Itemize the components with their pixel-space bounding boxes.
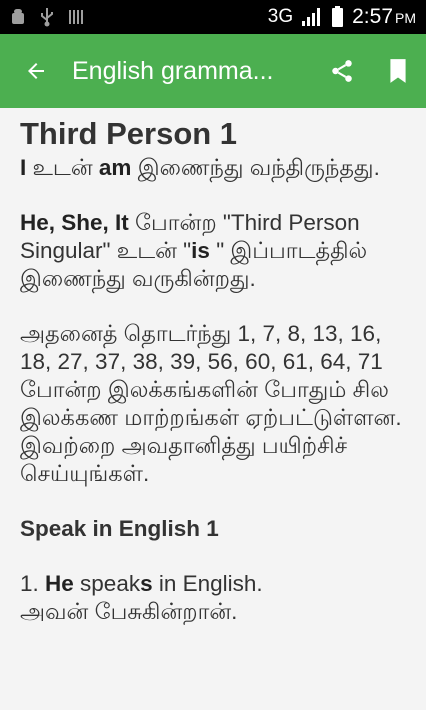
clock: 2:57 PM — [352, 5, 416, 29]
text: in English. — [152, 571, 263, 596]
clock-time: 2:57 — [352, 5, 393, 28]
usb-icon — [40, 7, 54, 27]
back-button[interactable] — [0, 34, 72, 108]
paragraph-3: அதனைத் தொடர்ந்து 1, 7, 8, 13, 16, 18, 27… — [20, 321, 402, 486]
battery-icon — [331, 6, 344, 28]
bold-text: s — [140, 571, 153, 596]
bold-text: is — [191, 238, 210, 263]
paragraph-2: He, She, It போன்ற "Third Person Singular… — [20, 209, 406, 293]
status-bar: 3G 2:57 PM — [0, 0, 426, 34]
example-number: 1. — [20, 571, 46, 596]
section-heading: Speak in English 1 — [20, 516, 219, 541]
signal-icon — [301, 7, 323, 27]
bookmark-icon — [387, 58, 409, 84]
toolbar-title: English gramma... — [72, 56, 274, 85]
paragraph-1: I உடன் am இணைந்து வந்திருந்தது. — [20, 154, 406, 182]
share-icon — [329, 58, 355, 84]
barcode-icon — [68, 8, 84, 26]
bold-text: He — [45, 571, 74, 596]
text: இணைந்து வந்திருந்தது. — [131, 155, 380, 180]
app-toolbar: English gramma... — [0, 34, 426, 108]
bold-text: am — [98, 155, 132, 180]
bookmark-button[interactable] — [370, 34, 426, 108]
android-debug-icon — [10, 8, 26, 26]
text: உடன் — [26, 155, 99, 180]
text: speak — [73, 571, 141, 596]
arrow-back-icon — [24, 59, 48, 83]
share-button[interactable] — [314, 34, 370, 108]
bold-text: He, She, It — [20, 210, 129, 235]
example-1: 1. He speaks in English. — [20, 570, 406, 598]
network-type: 3G — [267, 6, 294, 27]
lesson-content: Third Person 1 I உடன் am இணைந்து வந்திரு… — [0, 108, 426, 626]
lesson-title: Third Person 1 — [20, 116, 238, 151]
example-1-translation: அவன் பேசுகின்றான். — [20, 599, 238, 624]
clock-ampm: PM — [395, 10, 416, 26]
